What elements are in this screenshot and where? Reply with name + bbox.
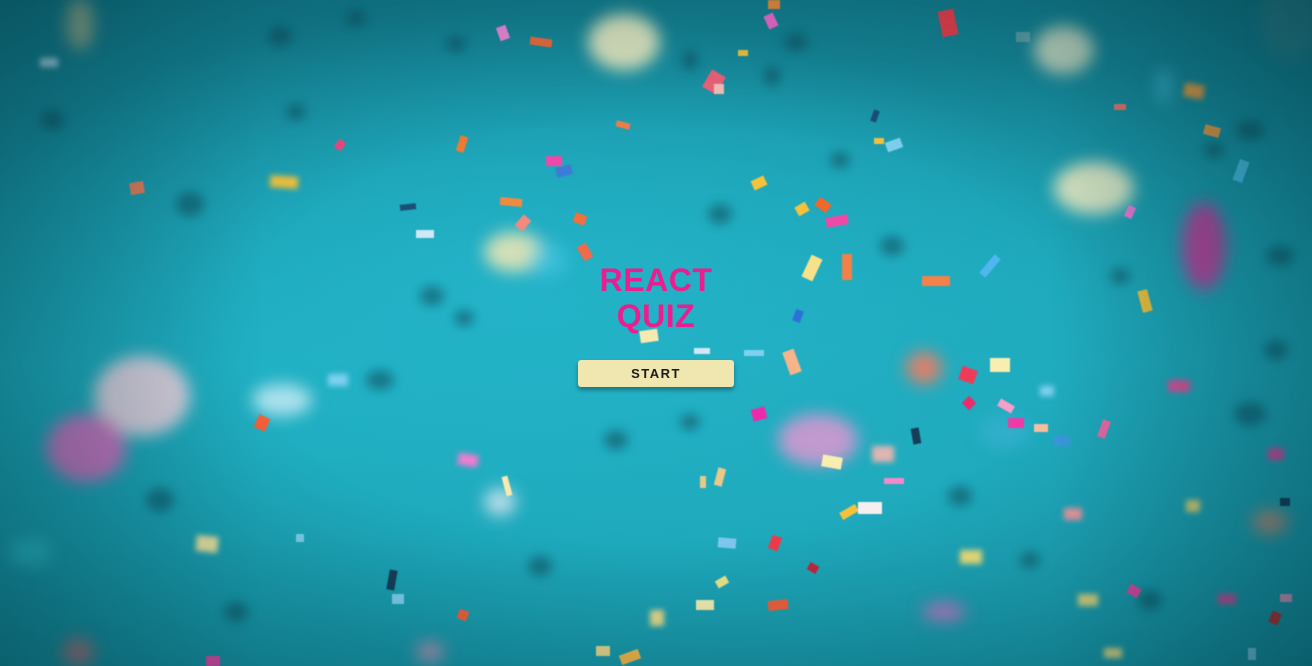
app-title-line-2: QUIZ: [616, 298, 696, 334]
app-title: REACT QUIZ: [600, 262, 713, 334]
quiz-start-panel: REACT QUIZ START: [0, 262, 1312, 387]
app-title-line-1: REACT: [599, 262, 713, 298]
start-button[interactable]: START: [578, 360, 734, 387]
